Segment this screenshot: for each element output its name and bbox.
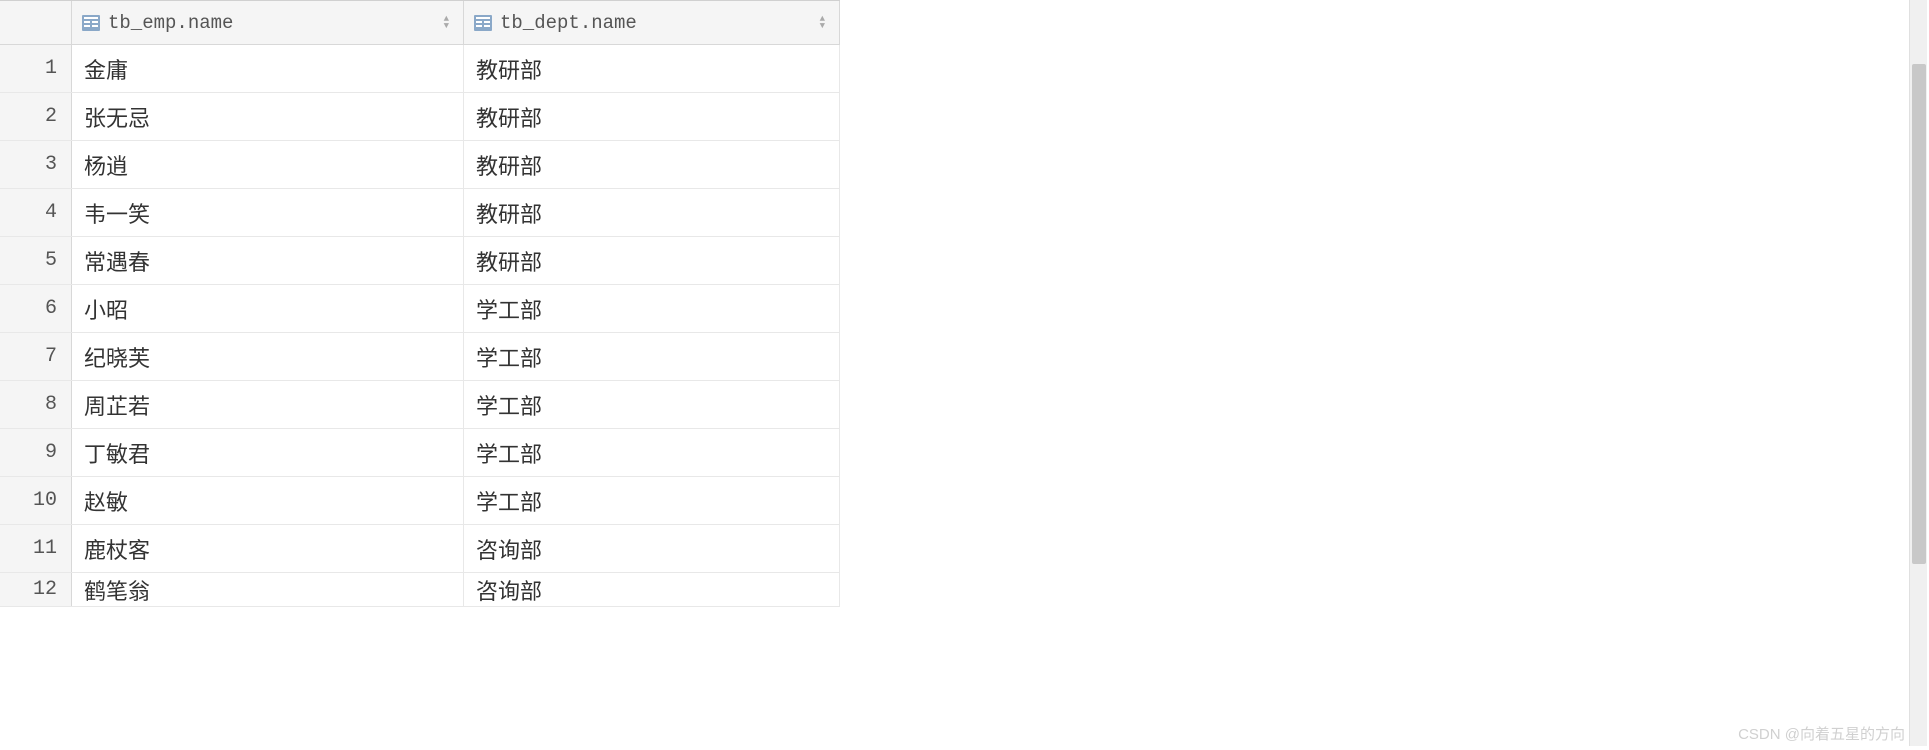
dept-name-cell[interactable]: 学工部 bbox=[464, 333, 840, 380]
column-type-icon bbox=[474, 15, 492, 31]
sort-icon[interactable]: ▲▼ bbox=[444, 16, 453, 30]
row-number-cell: 2 bbox=[0, 93, 72, 140]
dept-name-cell[interactable]: 学工部 bbox=[464, 477, 840, 524]
row-number-cell: 9 bbox=[0, 429, 72, 476]
emp-name-cell[interactable]: 赵敏 bbox=[72, 477, 464, 524]
table-row[interactable]: 1金庸教研部 bbox=[0, 45, 840, 93]
watermark-text: CSDN @向着五星的方向 bbox=[1738, 723, 1905, 744]
dept-name-cell[interactable]: 咨询部 bbox=[464, 525, 840, 572]
emp-name-cell[interactable]: 张无忌 bbox=[72, 93, 464, 140]
row-number-cell: 8 bbox=[0, 381, 72, 428]
row-number-cell: 7 bbox=[0, 333, 72, 380]
row-number-cell: 5 bbox=[0, 237, 72, 284]
table-row[interactable]: 10赵敏学工部 bbox=[0, 477, 840, 525]
column-label: tb_dept.name bbox=[500, 12, 820, 34]
emp-name-cell[interactable]: 鹿杖客 bbox=[72, 525, 464, 572]
table-row[interactable]: 6小昭学工部 bbox=[0, 285, 840, 333]
scrollbar-thumb[interactable] bbox=[1912, 64, 1926, 564]
emp-name-cell[interactable]: 纪晓芙 bbox=[72, 333, 464, 380]
emp-name-cell[interactable]: 韦一笑 bbox=[72, 189, 464, 236]
table-row[interactable]: 3杨逍教研部 bbox=[0, 141, 840, 189]
dept-name-cell[interactable]: 教研部 bbox=[464, 45, 840, 92]
dept-name-cell[interactable]: 学工部 bbox=[464, 285, 840, 332]
table-header-row: tb_emp.name ▲▼ tb_dept.name ▲▼ bbox=[0, 1, 840, 45]
row-number-cell: 6 bbox=[0, 285, 72, 332]
emp-name-cell[interactable]: 周芷若 bbox=[72, 381, 464, 428]
row-number-cell: 3 bbox=[0, 141, 72, 188]
row-number-cell: 11 bbox=[0, 525, 72, 572]
column-header-dept-name[interactable]: tb_dept.name ▲▼ bbox=[464, 1, 840, 44]
emp-name-cell[interactable]: 丁敏君 bbox=[72, 429, 464, 476]
table-row[interactable]: 9丁敏君学工部 bbox=[0, 429, 840, 477]
dept-name-cell[interactable]: 学工部 bbox=[464, 381, 840, 428]
row-number-cell: 4 bbox=[0, 189, 72, 236]
dept-name-cell[interactable]: 教研部 bbox=[464, 237, 840, 284]
column-label: tb_emp.name bbox=[108, 12, 444, 34]
row-number-cell: 12 bbox=[0, 573, 72, 606]
dept-name-cell[interactable]: 教研部 bbox=[464, 93, 840, 140]
dept-name-cell[interactable]: 学工部 bbox=[464, 429, 840, 476]
row-number-cell: 10 bbox=[0, 477, 72, 524]
table-row[interactable]: 12鹤笔翁咨询部 bbox=[0, 573, 840, 607]
dept-name-cell[interactable]: 咨询部 bbox=[464, 573, 840, 606]
dept-name-cell[interactable]: 教研部 bbox=[464, 189, 840, 236]
query-result-table: tb_emp.name ▲▼ tb_dept.name ▲▼ 1金庸教研部2张无… bbox=[0, 0, 840, 607]
row-number-cell: 1 bbox=[0, 45, 72, 92]
column-type-icon bbox=[82, 15, 100, 31]
dept-name-cell[interactable]: 教研部 bbox=[464, 141, 840, 188]
row-number-header[interactable] bbox=[0, 1, 72, 44]
sort-icon[interactable]: ▲▼ bbox=[820, 16, 829, 30]
column-header-emp-name[interactable]: tb_emp.name ▲▼ bbox=[72, 1, 464, 44]
table-row[interactable]: 11鹿杖客咨询部 bbox=[0, 525, 840, 573]
table-row[interactable]: 5常遇春教研部 bbox=[0, 237, 840, 285]
table-row[interactable]: 7纪晓芙学工部 bbox=[0, 333, 840, 381]
table-row[interactable]: 2张无忌教研部 bbox=[0, 93, 840, 141]
emp-name-cell[interactable]: 金庸 bbox=[72, 45, 464, 92]
table-row[interactable]: 8周芷若学工部 bbox=[0, 381, 840, 429]
emp-name-cell[interactable]: 鹤笔翁 bbox=[72, 573, 464, 606]
table-row[interactable]: 4韦一笑教研部 bbox=[0, 189, 840, 237]
emp-name-cell[interactable]: 小昭 bbox=[72, 285, 464, 332]
emp-name-cell[interactable]: 杨逍 bbox=[72, 141, 464, 188]
vertical-scrollbar[interactable] bbox=[1909, 0, 1927, 746]
emp-name-cell[interactable]: 常遇春 bbox=[72, 237, 464, 284]
table-body: 1金庸教研部2张无忌教研部3杨逍教研部4韦一笑教研部5常遇春教研部6小昭学工部7… bbox=[0, 45, 840, 607]
